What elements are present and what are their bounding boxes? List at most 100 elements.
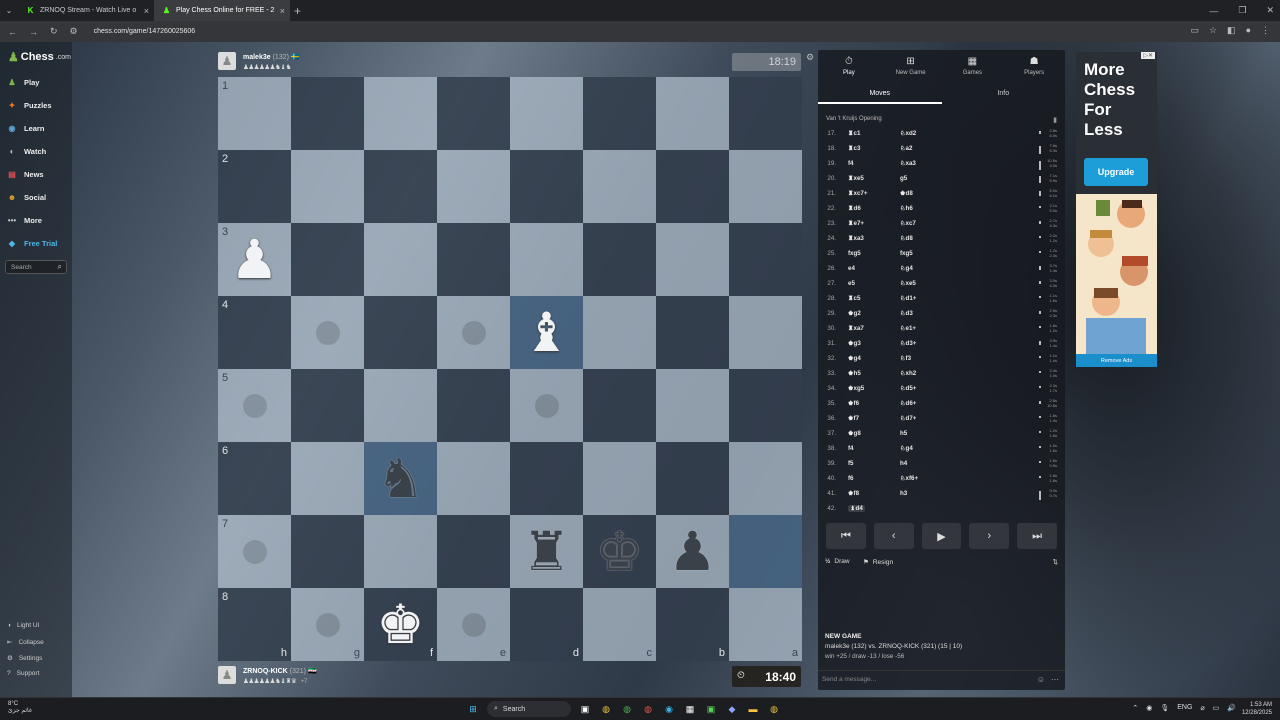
white-move[interactable]: e5 [848,280,855,287]
black-rook[interactable]: ♜ [510,515,583,588]
player-name[interactable]: malek3e (132) 🇸🇪 [243,53,300,61]
flip-board-button[interactable]: ⇅ [1053,558,1058,566]
board-square[interactable] [729,515,802,588]
chrome-alt-icon[interactable]: ◍ [620,702,634,716]
close-tab-icon[interactable]: × [280,6,285,16]
chat-menu-icon[interactable]: ⋯ [1051,675,1059,684]
new-tab-button[interactable]: + [294,4,301,18]
edge-icon[interactable]: ◉ [662,702,676,716]
chrome-active-icon[interactable]: ◍ [767,702,781,716]
white-bishop[interactable]: ♝ [510,296,583,369]
board-square[interactable] [656,369,729,442]
black-move[interactable]: ♘d3 [900,310,913,317]
board-square[interactable]: ♝ [510,296,583,369]
upgrade-button[interactable]: Upgrade [1084,158,1148,186]
white-move[interactable]: ♜xe5 [848,175,864,182]
board-square[interactable] [437,150,510,223]
black-pawn[interactable]: ♟ [656,515,729,588]
board-square[interactable] [656,296,729,369]
tray-app-icon[interactable]: ◉ [1146,704,1152,712]
white-move[interactable]: f4 [848,160,854,167]
board-square[interactable] [729,150,802,223]
move-hint-dot[interactable] [461,612,486,637]
file-explorer-icon[interactable]: ▬ [746,702,760,716]
board-square[interactable] [656,442,729,515]
site-info-icon[interactable]: ⚙ [70,26,78,37]
tab-moves[interactable]: Moves [818,86,942,104]
system-clock[interactable]: 1:53 AM 12/28/2025 [1242,701,1272,717]
avatar[interactable]: ♟ [218,666,236,684]
opening-name[interactable]: Van 't Kruijs Opening [826,116,882,122]
board-square[interactable] [291,442,364,515]
white-move[interactable]: ♚f8 [848,490,859,497]
board-square[interactable]: a [729,588,802,661]
board-square[interactable] [583,296,656,369]
board-square[interactable] [583,77,656,150]
board-square[interactable] [437,223,510,296]
white-move[interactable]: ♚h5 [848,370,861,377]
board-square[interactable] [729,223,802,296]
white-move[interactable]: ♜xc7+ [848,190,867,197]
white-pawn[interactable]: ♟ [218,223,291,296]
board-square[interactable]: 7 [218,515,291,588]
board-square[interactable] [364,515,437,588]
tab-menu-icon[interactable]: ⌄ [0,6,18,15]
board-square[interactable] [291,369,364,442]
board-square[interactable] [364,150,437,223]
board-square[interactable] [291,515,364,588]
board-square[interactable] [291,223,364,296]
white-move[interactable]: ♚xg5 [848,385,864,392]
settings-link[interactable]: ⚙ Settings [7,654,42,663]
white-move[interactable]: ♚f7 [848,415,859,422]
panel-nav-games[interactable]: ▦ Games [942,50,1004,82]
black-move[interactable]: ♘e1+ [900,325,916,332]
black-move[interactable]: ♘g4 [900,445,913,452]
close-window-icon[interactable]: ✕ [1266,5,1274,16]
black-move[interactable]: ♘xa3 [900,160,916,167]
sidebar-item-free-trial[interactable]: ◆ Free Trial [6,237,57,249]
board-square[interactable] [583,150,656,223]
board-square[interactable] [510,369,583,442]
board-square[interactable] [437,369,510,442]
board-square[interactable] [437,515,510,588]
ad-banner[interactable]: ▷✕ More Chess For Less Upgrade Remove Ad… [1076,52,1157,367]
sidebar-item-learn[interactable]: ◉ Learn [6,122,45,134]
resign-button[interactable]: ⚑ Resign [863,558,893,567]
white-move[interactable]: ♚g2 [848,310,861,317]
restore-icon[interactable]: ❐ [1238,5,1246,16]
black-move[interactable]: ♘xf6+ [900,475,918,482]
black-move[interactable]: ♘d6+ [900,400,916,407]
move-hint-dot[interactable] [315,612,340,637]
remove-ads-link[interactable]: Remove Ads [1076,354,1157,367]
board-square[interactable] [364,77,437,150]
sidebar-search-input[interactable]: Search ⌕ [5,260,67,274]
sidebar-item-watch[interactable]: ◐ Watch [6,145,47,157]
panel-nav-players[interactable]: ☗ Players [1003,50,1065,82]
board-square[interactable]: ♟ [656,515,729,588]
windows-start-icon[interactable]: ⊞ [466,702,480,716]
white-move[interactable]: ♜c3 [848,145,860,152]
white-king[interactable]: ♚ [364,588,437,661]
board-square[interactable]: e [437,588,510,661]
microphone-mute-icon[interactable]: ⌀ [1200,704,1204,712]
board-square[interactable] [437,296,510,369]
black-move[interactable]: ♘d1+ [900,295,916,302]
black-move[interactable]: ♘xc7 [900,220,916,227]
xbox-icon[interactable]: ▣ [704,702,718,716]
chrome-icon[interactable]: ◍ [599,702,613,716]
chess-board[interactable]: 1 2 3 ♟ 4 ♝ 5 6 ♞ 7 ♜ ♚ ♟ 8 h g f ♚ e d c b a [218,77,802,661]
support-link[interactable]: ? Support [7,670,39,677]
profile-icon[interactable]: ● [1246,25,1251,36]
black-move[interactable]: ♘g4 [900,265,913,272]
white-move[interactable]: ♜d6 [848,205,861,212]
black-move[interactable]: g5 [900,175,907,182]
black-move[interactable]: ♘d8 [900,235,913,242]
store-icon[interactable]: ▦ [683,702,697,716]
prev-move-button[interactable]: ‹ [873,523,914,549]
black-move[interactable]: ♚d8 [900,190,913,197]
black-move[interactable]: ♘xh2 [900,370,916,377]
black-move[interactable]: ♘d5+ [900,385,916,392]
white-move[interactable]: ♚g4 [848,355,861,362]
black-move[interactable]: h5 [900,430,907,437]
board-square[interactable] [729,369,802,442]
